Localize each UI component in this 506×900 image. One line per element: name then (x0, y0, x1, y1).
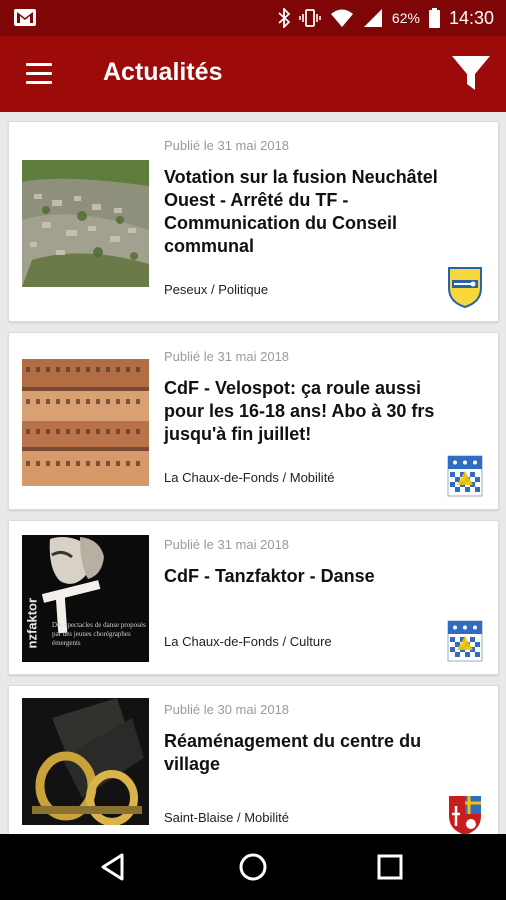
article-thumbnail (22, 359, 149, 486)
article-thumbnail: nzfaktor Des spectacles de danse proposé… (22, 535, 149, 662)
article-title[interactable]: Réaménagement du centre du village (164, 730, 454, 776)
news-card[interactable]: nzfaktor Des spectacles de danse proposé… (8, 520, 499, 675)
gmail-icon (14, 9, 36, 26)
peseux-crest-icon (448, 267, 482, 308)
vibrate-icon (299, 9, 321, 27)
wifi-icon (330, 9, 353, 27)
hamburger-menu-icon[interactable] (26, 63, 54, 85)
app-bar: Actualités (0, 36, 506, 112)
home-circle-icon[interactable] (237, 851, 269, 883)
article-title[interactable]: CdF - Tanzfaktor - Danse (164, 565, 454, 588)
thumbnail-caption: Des spectacles de danse proposés par des… (52, 621, 146, 647)
publish-date: Publié le 30 mai 2018 (164, 702, 290, 717)
article-category: Peseux / Politique (164, 282, 269, 297)
publish-date: Publié le 31 mai 2018 (164, 349, 290, 364)
news-feed[interactable]: Publié le 31 mai 2018 Votation sur la fu… (0, 112, 506, 834)
publish-date: Publié le 31 mai 2018 (164, 537, 290, 552)
signal-icon (363, 9, 382, 27)
recents-square-icon[interactable] (374, 851, 406, 883)
filter-funnel-icon[interactable] (450, 52, 492, 94)
article-title[interactable]: CdF - Velospot: ça roule aussi pour les … (164, 377, 454, 446)
article-category: La Chaux-de-Fonds / Culture (164, 634, 332, 649)
article-thumbnail (22, 698, 149, 825)
article-thumbnail (22, 160, 149, 287)
bluetooth-icon (278, 8, 290, 28)
page-title: Actualités (103, 58, 223, 86)
chaux-de-fonds-crest-icon (447, 620, 483, 662)
news-card[interactable]: Publié le 30 mai 2018 Réaménagement du c… (8, 685, 499, 834)
battery-percentage: 62% (391, 10, 420, 26)
article-category: Saint-Blaise / Mobilité (164, 810, 289, 825)
status-icons: 62% 14:30 (278, 0, 494, 36)
article-category: La Chaux-de-Fonds / Mobilité (164, 470, 335, 485)
thumbnail-vertical-text: nzfaktor (24, 597, 40, 649)
chaux-de-fonds-crest-icon (447, 455, 483, 497)
publish-date: Publié le 31 mai 2018 (164, 138, 290, 153)
saint-blaise-crest-icon (449, 796, 481, 834)
news-card[interactable]: Publié le 31 mai 2018 Votation sur la fu… (8, 121, 499, 322)
news-card[interactable]: Publié le 31 mai 2018 CdF - Velospot: ça… (8, 332, 499, 510)
article-title[interactable]: Votation sur la fusion Neuchâtel Ouest -… (164, 166, 454, 258)
back-triangle-icon[interactable] (98, 851, 130, 883)
navigation-bar (0, 834, 506, 900)
status-bar: 62% 14:30 (0, 0, 506, 36)
status-clock: 14:30 (448, 7, 494, 28)
battery-icon (428, 8, 440, 28)
